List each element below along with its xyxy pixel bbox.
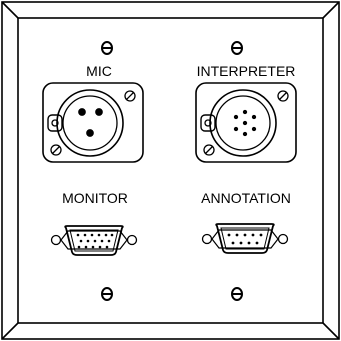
plate-frame xyxy=(1,1,340,340)
port-label-mic: MIC xyxy=(86,63,112,79)
port-label-monitor: MONITOR xyxy=(62,190,128,206)
bevel-corner-br xyxy=(322,322,340,340)
bevel-corner-tl xyxy=(1,1,19,19)
port-label-interpreter: INTERPRETER xyxy=(196,63,296,79)
wall-plate-drawing xyxy=(1,1,340,340)
screw-top-left-icon xyxy=(101,41,113,55)
screw-bottom-left-icon xyxy=(101,287,113,301)
db9-serial-female-icon xyxy=(201,223,289,254)
bevel-corner-tr xyxy=(322,1,340,19)
port-label-annotation: ANNOTATION xyxy=(201,190,291,206)
screw-top-right-icon xyxy=(231,41,243,55)
bevel-corner-bl xyxy=(1,322,19,340)
screw-bottom-right-icon xyxy=(231,287,243,301)
din-7-pin-female-icon xyxy=(195,82,297,163)
vga-pins xyxy=(76,233,114,249)
db9-pins xyxy=(227,233,263,245)
plate-outer-edge xyxy=(1,1,340,340)
wall-plate-diagram: MIC INTERPRETER MONITOR ANNOTATION xyxy=(0,0,341,341)
hd15-vga-female-icon xyxy=(50,225,138,256)
xlr-3-pin-female-icon xyxy=(42,82,144,163)
